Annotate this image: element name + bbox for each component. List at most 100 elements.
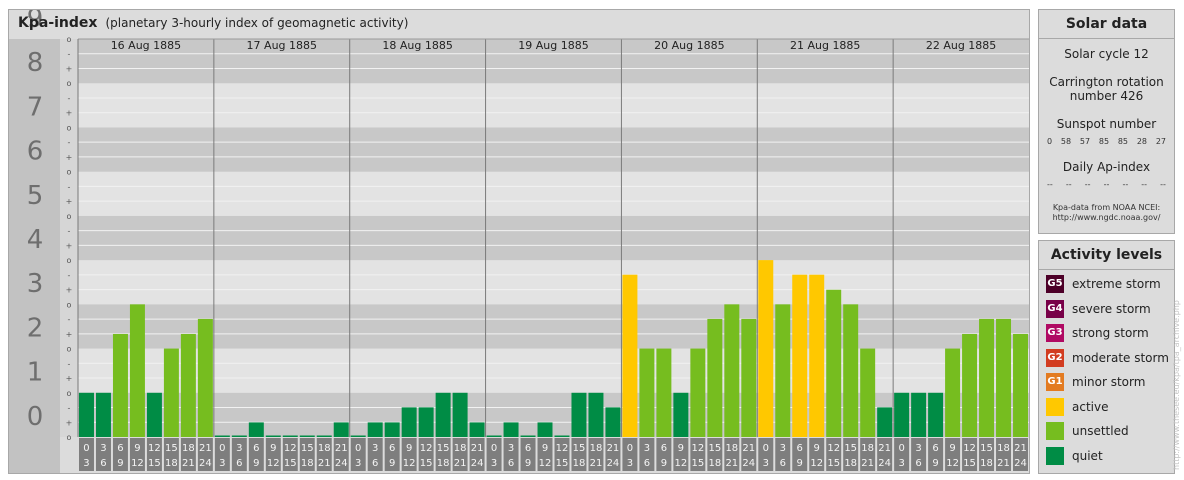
kp-bar — [707, 318, 723, 437]
ap-value: -- — [1065, 180, 1072, 189]
kp-bar — [95, 392, 111, 437]
kp-bar — [605, 407, 621, 437]
chart-subtitle: (planetary 3-hourly index of geomagnetic… — [105, 16, 409, 30]
hour-end-label: 9 — [253, 458, 259, 469]
hour-end-label: 24 — [607, 458, 620, 469]
hour-end-label: 21 — [997, 458, 1010, 469]
hour-end-label: 6 — [644, 458, 650, 469]
minor-tick-label: + — [66, 153, 73, 162]
minor-tick-label: + — [66, 330, 73, 339]
sunspot-value: 85 — [1117, 137, 1129, 146]
minor-tick-label: o — [67, 300, 72, 309]
hour-start-label: 0 — [219, 443, 225, 454]
kp-bar — [911, 392, 927, 437]
hour-start-label: 3 — [100, 443, 106, 454]
minor-tick-label: o — [67, 389, 72, 398]
kp-bar — [945, 348, 961, 437]
y-tick-label: 6 — [27, 137, 44, 167]
kp-bar — [537, 422, 553, 437]
legend-swatch: G3 — [1046, 324, 1064, 342]
sunspot-value: 57 — [1079, 137, 1091, 146]
hour-start-label: 3 — [644, 443, 650, 454]
hour-end-label: 3 — [898, 458, 904, 469]
hour-start-label: 21 — [471, 443, 484, 454]
kp-bar — [656, 348, 672, 437]
hour-end-label: 15 — [148, 458, 161, 469]
hour-start-label: 0 — [355, 443, 361, 454]
kp-band — [78, 83, 1029, 128]
hour-start-label: 18 — [318, 443, 331, 454]
kp-bar — [843, 304, 859, 437]
hour-start-label: 18 — [182, 443, 195, 454]
hour-end-label: 6 — [780, 458, 786, 469]
kp-bar — [673, 392, 689, 437]
kp-band — [78, 171, 1029, 216]
legend-item-minor-storm: G1 minor storm — [1046, 373, 1145, 391]
sunspot-value: 28 — [1136, 137, 1148, 146]
hour-start-label: 18 — [997, 443, 1010, 454]
kp-bar — [231, 435, 247, 437]
hour-start-label: 12 — [148, 443, 161, 454]
legend-label: moderate storm — [1072, 350, 1169, 365]
hour-end-label: 12 — [131, 458, 144, 469]
kp-bar — [163, 348, 179, 437]
hour-end-label: 15 — [827, 458, 840, 469]
source-link[interactable]: http://www.ngdc.noaa.gov/ — [1039, 213, 1174, 223]
ap-values: -- -- -- -- -- -- -- — [1039, 180, 1174, 189]
hour-end-label: 12 — [267, 458, 280, 469]
hour-end-label: 6 — [100, 458, 106, 469]
kp-bar — [248, 422, 264, 437]
hour-end-label: 18 — [708, 458, 721, 469]
legend-swatch: G4 — [1046, 299, 1064, 318]
hour-end-label: 21 — [318, 458, 331, 469]
carrington-line2: number 426 — [1069, 89, 1144, 103]
legend-item-active: active — [1046, 397, 1109, 416]
kp-bar — [299, 435, 315, 437]
hour-end-label: 12 — [674, 458, 687, 469]
hour-start-label: 0 — [83, 443, 89, 454]
watermark: http://www.thesee.eu/kpa/tpa_archive.php — [1172, 300, 1181, 470]
minor-tick-label: + — [66, 64, 73, 73]
minor-tick-label: o — [67, 256, 72, 265]
kp-bar — [197, 318, 213, 437]
kp-bar — [79, 392, 94, 437]
sunspot-value: 58 — [1060, 137, 1072, 146]
minor-tick-label: + — [66, 418, 73, 427]
day-label: 19 Aug 1885 — [518, 39, 588, 52]
hour-end-label: 6 — [372, 458, 378, 469]
hour-start-label: 6 — [525, 443, 531, 454]
day-label: 16 Aug 1885 — [111, 39, 181, 52]
day-label: 18 Aug 1885 — [382, 39, 452, 52]
minor-tick-label: o — [67, 79, 72, 88]
kp-bar — [894, 392, 910, 437]
kp-bar — [282, 435, 298, 437]
hour-end-label: 21 — [725, 458, 738, 469]
hour-end-label: 24 — [1014, 458, 1027, 469]
legend-item-severe-storm: G4 severe storm — [1046, 299, 1151, 318]
kp-bar — [214, 435, 230, 437]
ap-value: -- — [1084, 180, 1091, 189]
kp-bar — [486, 435, 502, 437]
y-tick-label: 0 — [27, 402, 44, 432]
minor-tick-label: + — [66, 374, 73, 383]
legend-item-extreme-storm: G5 extreme storm — [1046, 275, 1161, 293]
kpa-chart-panel: 0 1 2 3 4 5 6 7 8 9 o + - o + - o + - o + - o + - o + - o + - o + - o + - o 16… — [8, 9, 1030, 474]
hour-start-label: 12 — [284, 443, 297, 454]
day-label: 21 Aug 1885 — [790, 39, 860, 52]
y-tick-label: 4 — [27, 225, 44, 255]
kp-bar — [877, 407, 893, 437]
kp-bar — [1013, 333, 1028, 437]
hour-end-label: 24 — [742, 458, 755, 469]
ap-title: Daily Ap-index — [1062, 160, 1151, 174]
kp-bar — [775, 304, 791, 437]
legend-label: strong storm — [1072, 326, 1149, 340]
hour-start-label: 15 — [708, 443, 721, 454]
kp-bar — [741, 318, 757, 437]
hour-end-label: 12 — [946, 458, 959, 469]
minor-tick-label: - — [68, 94, 71, 103]
hour-start-label: 21 — [335, 443, 348, 454]
hour-start-label: 6 — [253, 443, 259, 454]
hour-start-label: 9 — [949, 443, 955, 454]
sunspot-value: 27 — [1155, 137, 1166, 146]
legend-label: active — [1072, 399, 1109, 414]
